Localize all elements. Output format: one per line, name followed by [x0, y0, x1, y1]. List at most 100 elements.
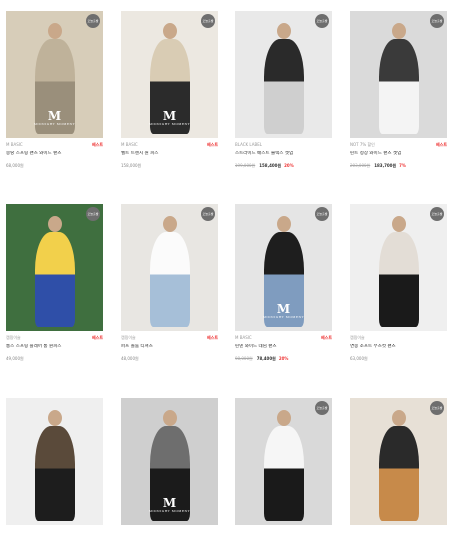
product-name[interactable]: 롱스 스프링 플레어 롱 원피스 — [6, 344, 103, 350]
product-brand: M BASIC — [121, 142, 138, 147]
price-row: 49,000원 — [6, 356, 103, 362]
product-name[interactable]: 스트라이드 배스트 슬랙스 셋업 — [235, 151, 332, 157]
discount-rate: 7% — [399, 163, 406, 168]
product-image[interactable]: 오늘출발 — [6, 204, 103, 331]
product-image[interactable]: 오늘출발 — [235, 398, 332, 525]
product-card[interactable]: 오늘출발캠핑이슬면봉 소프트 부츠컷 팬츠 63,000원 — [350, 204, 447, 362]
price-row: 199,000원 158,400원 20% — [235, 163, 332, 169]
best-tag: 베스트 — [206, 335, 218, 340]
product-brand: NOT 7% 할인 — [350, 142, 375, 147]
product-name[interactable]: 린넨 와이드 데님 팬츠 — [235, 344, 332, 350]
price-row: 203,000원 183,700원 7% — [350, 163, 447, 169]
product-card[interactable]: 오늘출발 BLACK LABEL 스트라이드 배스트 슬랙스 셋업 199,000원 1… — [235, 11, 332, 169]
today-ship-badge: 오늘출발 — [430, 401, 444, 415]
product-card[interactable]: 오늘출발 NOT 7% 할인 베스트린트 정장 와이드 팬츠 셋업 203,000원 1… — [350, 11, 447, 169]
brand-logo: M MIDNIGHT MOMENT — [33, 109, 76, 126]
today-ship-badge: 오늘출발 — [315, 14, 329, 28]
discount-rate: 20% — [284, 163, 294, 168]
product-image[interactable]: 오늘출발 — [121, 204, 218, 331]
price-row — [235, 544, 332, 550]
product-name[interactable]: 린트 정장 와이드 팬츠 셋업 — [350, 151, 447, 157]
model-figure — [34, 232, 75, 327]
product-card[interactable]: 오늘출발캠핑이슬 베스트롱스 스프링 플레어 롱 원피스 49,000원 — [6, 204, 103, 362]
product-card[interactable]: 오늘출발 — [235, 398, 332, 550]
product-card[interactable]: M MIDNIGHT MOMENT — [121, 398, 218, 550]
model-head — [391, 23, 406, 39]
price-row — [6, 544, 103, 550]
original-price: 98,000원 — [235, 356, 253, 361]
sale-price: 78,400원 — [256, 356, 276, 361]
product-brand: M BASIC — [6, 142, 23, 147]
product-brand: M BASIC — [235, 335, 252, 340]
price: 158,000원 — [121, 163, 142, 168]
discount-rate: 20% — [278, 356, 289, 361]
product-image[interactable] — [6, 398, 103, 525]
product-image[interactable]: 오늘출발 — [235, 11, 332, 138]
model-head — [391, 216, 406, 232]
price-row: 68,000원 — [6, 163, 103, 169]
price-row: 48,000원 — [121, 356, 218, 362]
model-head — [47, 23, 62, 39]
model-figure — [149, 232, 190, 327]
model-head — [162, 410, 177, 426]
today-ship-badge: 오늘출발 — [430, 207, 444, 221]
best-tag: 베스트 — [320, 335, 332, 340]
product-name[interactable]: 벨트 트렌치 원 피스 — [121, 151, 218, 157]
today-ship-badge: 오늘출발 — [315, 207, 329, 221]
product-name[interactable]: 몽땅 스프링 팬츠 와이드 팬츠 — [6, 151, 103, 157]
product-brand: 캠핑이슬 — [6, 335, 21, 340]
model-head — [47, 410, 62, 426]
product-image[interactable]: 오늘출발 — [350, 11, 447, 138]
best-tag: 베스트 — [435, 142, 447, 147]
price-row — [350, 544, 447, 550]
best-tag: 베스트 — [91, 335, 103, 340]
product-brand: 캠핑이슬 — [350, 335, 365, 340]
product-name[interactable]: 면봉 소프트 부츠컷 팬츠 — [350, 344, 447, 350]
best-tag: 베스트 — [206, 142, 218, 147]
product-image[interactable]: 오늘출발 — [350, 204, 447, 331]
product-image[interactable]: 오늘출발 M MIDNIGHT MOMENT — [121, 11, 218, 138]
today-ship-badge: 오늘출발 — [201, 14, 215, 28]
product-brand: BLACK LABEL — [235, 142, 262, 147]
price-row: 98,000원 78,400원 20% — [235, 356, 332, 362]
best-tag: 베스트 — [91, 142, 103, 147]
product-image[interactable]: 오늘출발 M MIDNIGHT MOMENT — [235, 204, 332, 331]
model-head — [391, 410, 406, 426]
price: 68,000원 — [6, 163, 24, 168]
model-figure — [378, 232, 419, 327]
product-card[interactable] — [6, 398, 103, 550]
product-card[interactable]: 오늘출발캠핑이슬 베스트퍼프 볼륨 티셔츠 48,000원 — [121, 204, 218, 362]
product-brand: 캠핑이슬 — [121, 335, 136, 340]
model-head — [162, 216, 177, 232]
brand-logo: M MIDNIGHT MOMENT — [148, 109, 191, 126]
model-figure — [263, 426, 304, 521]
brand-logo: M MIDNIGHT MOMENT — [148, 496, 191, 513]
sale-price: 158,400원 — [259, 163, 282, 168]
product-card[interactable]: 오늘출발 — [350, 398, 447, 550]
model-head — [276, 23, 291, 39]
product-name[interactable]: 퍼프 볼륨 티셔츠 — [121, 344, 218, 350]
brand-logo: M MIDNIGHT MOMENT — [262, 302, 305, 319]
original-price: 203,000원 — [350, 163, 371, 168]
price: 63,000원 — [350, 356, 368, 361]
product-image[interactable]: 오늘출발 M MIDNIGHT MOMENT — [6, 11, 103, 138]
today-ship-badge: 오늘출발 — [86, 207, 100, 221]
model-figure — [34, 426, 75, 521]
model-head — [47, 216, 62, 232]
model-figure — [378, 39, 419, 134]
model-figure — [378, 426, 419, 521]
price: 49,000원 — [6, 356, 24, 361]
price-row: 63,000원 — [350, 356, 447, 362]
product-card[interactable]: 오늘출발 M MIDNIGHT MOMENT M BASIC 베스트몽땅 스프링 팬츠 … — [6, 11, 103, 169]
today-ship-badge: 오늘출발 — [86, 14, 100, 28]
today-ship-badge: 오늘출발 — [430, 14, 444, 28]
product-card[interactable]: 오늘출발 M MIDNIGHT MOMENT M BASIC 베스트벨트 트렌치 원 피… — [121, 11, 218, 169]
product-image[interactable]: 오늘출발 — [350, 398, 447, 525]
model-head — [276, 216, 291, 232]
product-grid: 오늘출발 M MIDNIGHT MOMENT M BASIC 베스트 몽땅 스프링 팬츠 … — [0, 0, 453, 531]
today-ship-badge: 오늘출발 — [315, 401, 329, 415]
product-image[interactable]: M MIDNIGHT MOMENT — [121, 398, 218, 525]
model-head — [162, 23, 177, 39]
price: 48,000원 — [121, 356, 139, 361]
product-card[interactable]: 오늘출발 M MIDNIGHT MOMENT M BASIC 베스트린넨 와이드 데님 … — [235, 204, 332, 362]
